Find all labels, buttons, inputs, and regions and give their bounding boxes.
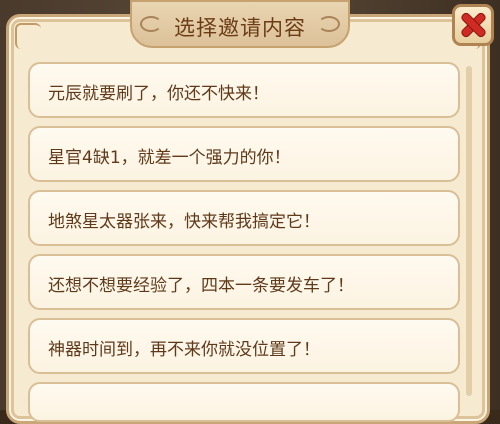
invite-message-text: 地煞星太器张来，快来帮我搞定它！ (48, 212, 320, 232)
close-x-icon (460, 12, 486, 38)
dialog-title-banner: 选择邀请内容 (130, 0, 350, 48)
invite-message-item[interactable]: 元辰就要刷了，你还不快来！ (28, 62, 460, 118)
corner-ornament (15, 23, 41, 49)
dialog-title: 选择邀请内容 (174, 16, 306, 40)
invite-message-item[interactable]: 神器时间到，再不来你就没位置了！ (28, 318, 460, 374)
invite-message-item[interactable]: 星官4缺1，就差一个强力的你！ (28, 126, 460, 182)
invite-message-text: 星官4缺1，就差一个强力的你！ (48, 148, 291, 168)
invite-message-item[interactable]: 还想不想要经验了，四本一条要发车了！ (28, 254, 460, 310)
invite-message-text: 还想不想要经验了，四本一条要发车了！ (48, 276, 354, 296)
scrollbar[interactable] (466, 66, 472, 396)
invite-message-text: 元辰就要刷了，你还不快来！ (48, 84, 269, 104)
invite-message-item[interactable] (28, 382, 460, 422)
invite-message-item[interactable]: 地煞星太器张来，快来帮我搞定它！ (28, 190, 460, 246)
close-button[interactable] (452, 4, 494, 46)
invite-message-text: 神器时间到，再不来你就没位置了！ (48, 340, 320, 360)
swirl-ornament-icon (318, 16, 340, 32)
